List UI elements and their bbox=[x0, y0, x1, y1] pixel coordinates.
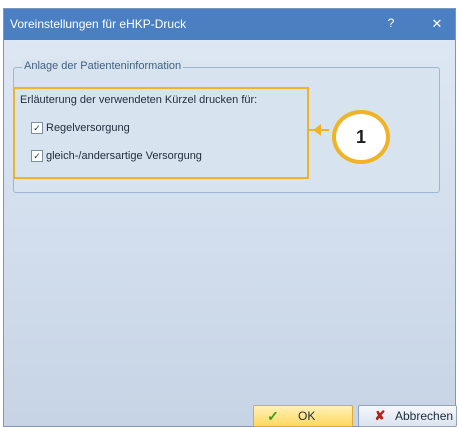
lead-text: Erläuterung der verwendeten Kürzel druck… bbox=[20, 94, 258, 106]
window-title: Voreinstellungen für eHKP-Druck bbox=[10, 17, 187, 31]
title-bar: Voreinstellungen für eHKP-Druck ? ✕ bbox=[4, 9, 455, 40]
ok-button[interactable]: ✓ OK bbox=[253, 405, 353, 427]
checkbox-andersartige[interactable]: ✓ bbox=[31, 150, 43, 162]
ok-button-label: OK bbox=[298, 409, 316, 423]
checkbox-label-regelversorgung: Regelversorgung bbox=[46, 122, 130, 134]
callout-arrow-icon bbox=[313, 124, 321, 136]
callout-badge: 1 bbox=[332, 110, 390, 164]
cancel-button-label: Abbrechen bbox=[395, 409, 454, 423]
cancel-button[interactable]: ✘ Abbrechen bbox=[358, 405, 457, 427]
check-icon: ✓ bbox=[267, 407, 279, 424]
checkbox-regelversorgung[interactable]: ✓ bbox=[31, 122, 43, 134]
help-button[interactable]: ? bbox=[381, 16, 401, 30]
checkbox-row-regelversorgung[interactable]: ✓ Regelversorgung bbox=[31, 122, 130, 134]
checkbox-row-andersartige[interactable]: ✓ gleich-/andersartige Versorgung bbox=[31, 150, 202, 162]
group-title: Anlage der Patienteninformation bbox=[22, 60, 184, 72]
close-button[interactable]: ✕ bbox=[427, 16, 447, 32]
cancel-icon: ✘ bbox=[374, 408, 386, 423]
checkbox-label-andersartige: gleich-/andersartige Versorgung bbox=[46, 150, 202, 162]
